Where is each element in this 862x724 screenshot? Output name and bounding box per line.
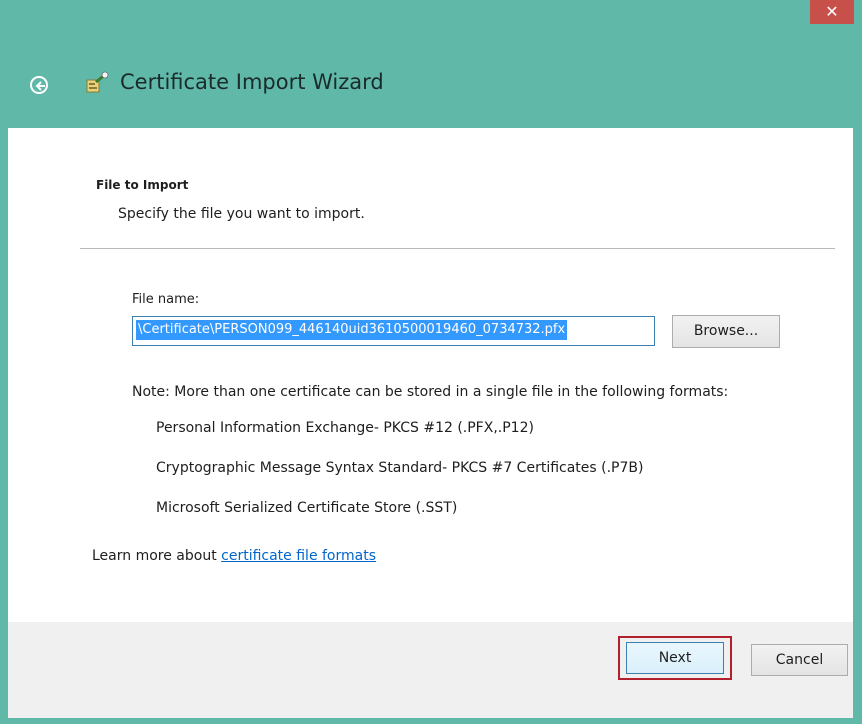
- cancel-button[interactable]: Cancel: [751, 644, 848, 676]
- formats-note: Note: More than one certificate can be s…: [132, 384, 729, 400]
- close-button[interactable]: ✕: [810, 0, 854, 24]
- learn-more-prefix: Learn more about: [92, 548, 222, 564]
- format-item-pfx: Personal Information Exchange- PKCS #12 …: [156, 420, 534, 436]
- divider: [80, 248, 835, 249]
- section-description: Specify the file you want to import.: [118, 206, 365, 222]
- certificate-file-formats-link[interactable]: certificate file formats: [221, 548, 376, 564]
- next-button[interactable]: Next: [626, 642, 724, 674]
- wizard-footer: Next Cancel: [8, 622, 853, 718]
- back-button[interactable]: [30, 76, 48, 94]
- next-button-highlight: Next: [618, 636, 732, 680]
- file-name-label: File name:: [132, 292, 200, 307]
- format-item-p7b: Cryptographic Message Syntax Standard- P…: [156, 460, 644, 476]
- window-title: Certificate Import Wizard: [120, 70, 384, 94]
- certificate-wizard-icon: [86, 71, 109, 93]
- close-icon: ✕: [825, 2, 839, 21]
- learn-more-text: Learn more about certificate file format…: [92, 548, 376, 564]
- certificate-import-window: ✕ Certificate Import Wizard File to Impo…: [0, 0, 862, 724]
- wizard-header: Certificate Import Wizard: [8, 40, 854, 128]
- back-arrow-icon: [35, 81, 45, 91]
- section-title: File to Import: [96, 178, 189, 192]
- wizard-content: File to Import Specify the file you want…: [8, 128, 853, 622]
- file-name-input[interactable]: \Certificate\PERSON099_446140uid36105000…: [132, 316, 655, 346]
- format-item-sst: Microsoft Serialized Certificate Store (…: [156, 500, 458, 516]
- browse-button[interactable]: Browse...: [672, 315, 780, 348]
- file-name-value: \Certificate\PERSON099_446140uid36105000…: [136, 320, 568, 340]
